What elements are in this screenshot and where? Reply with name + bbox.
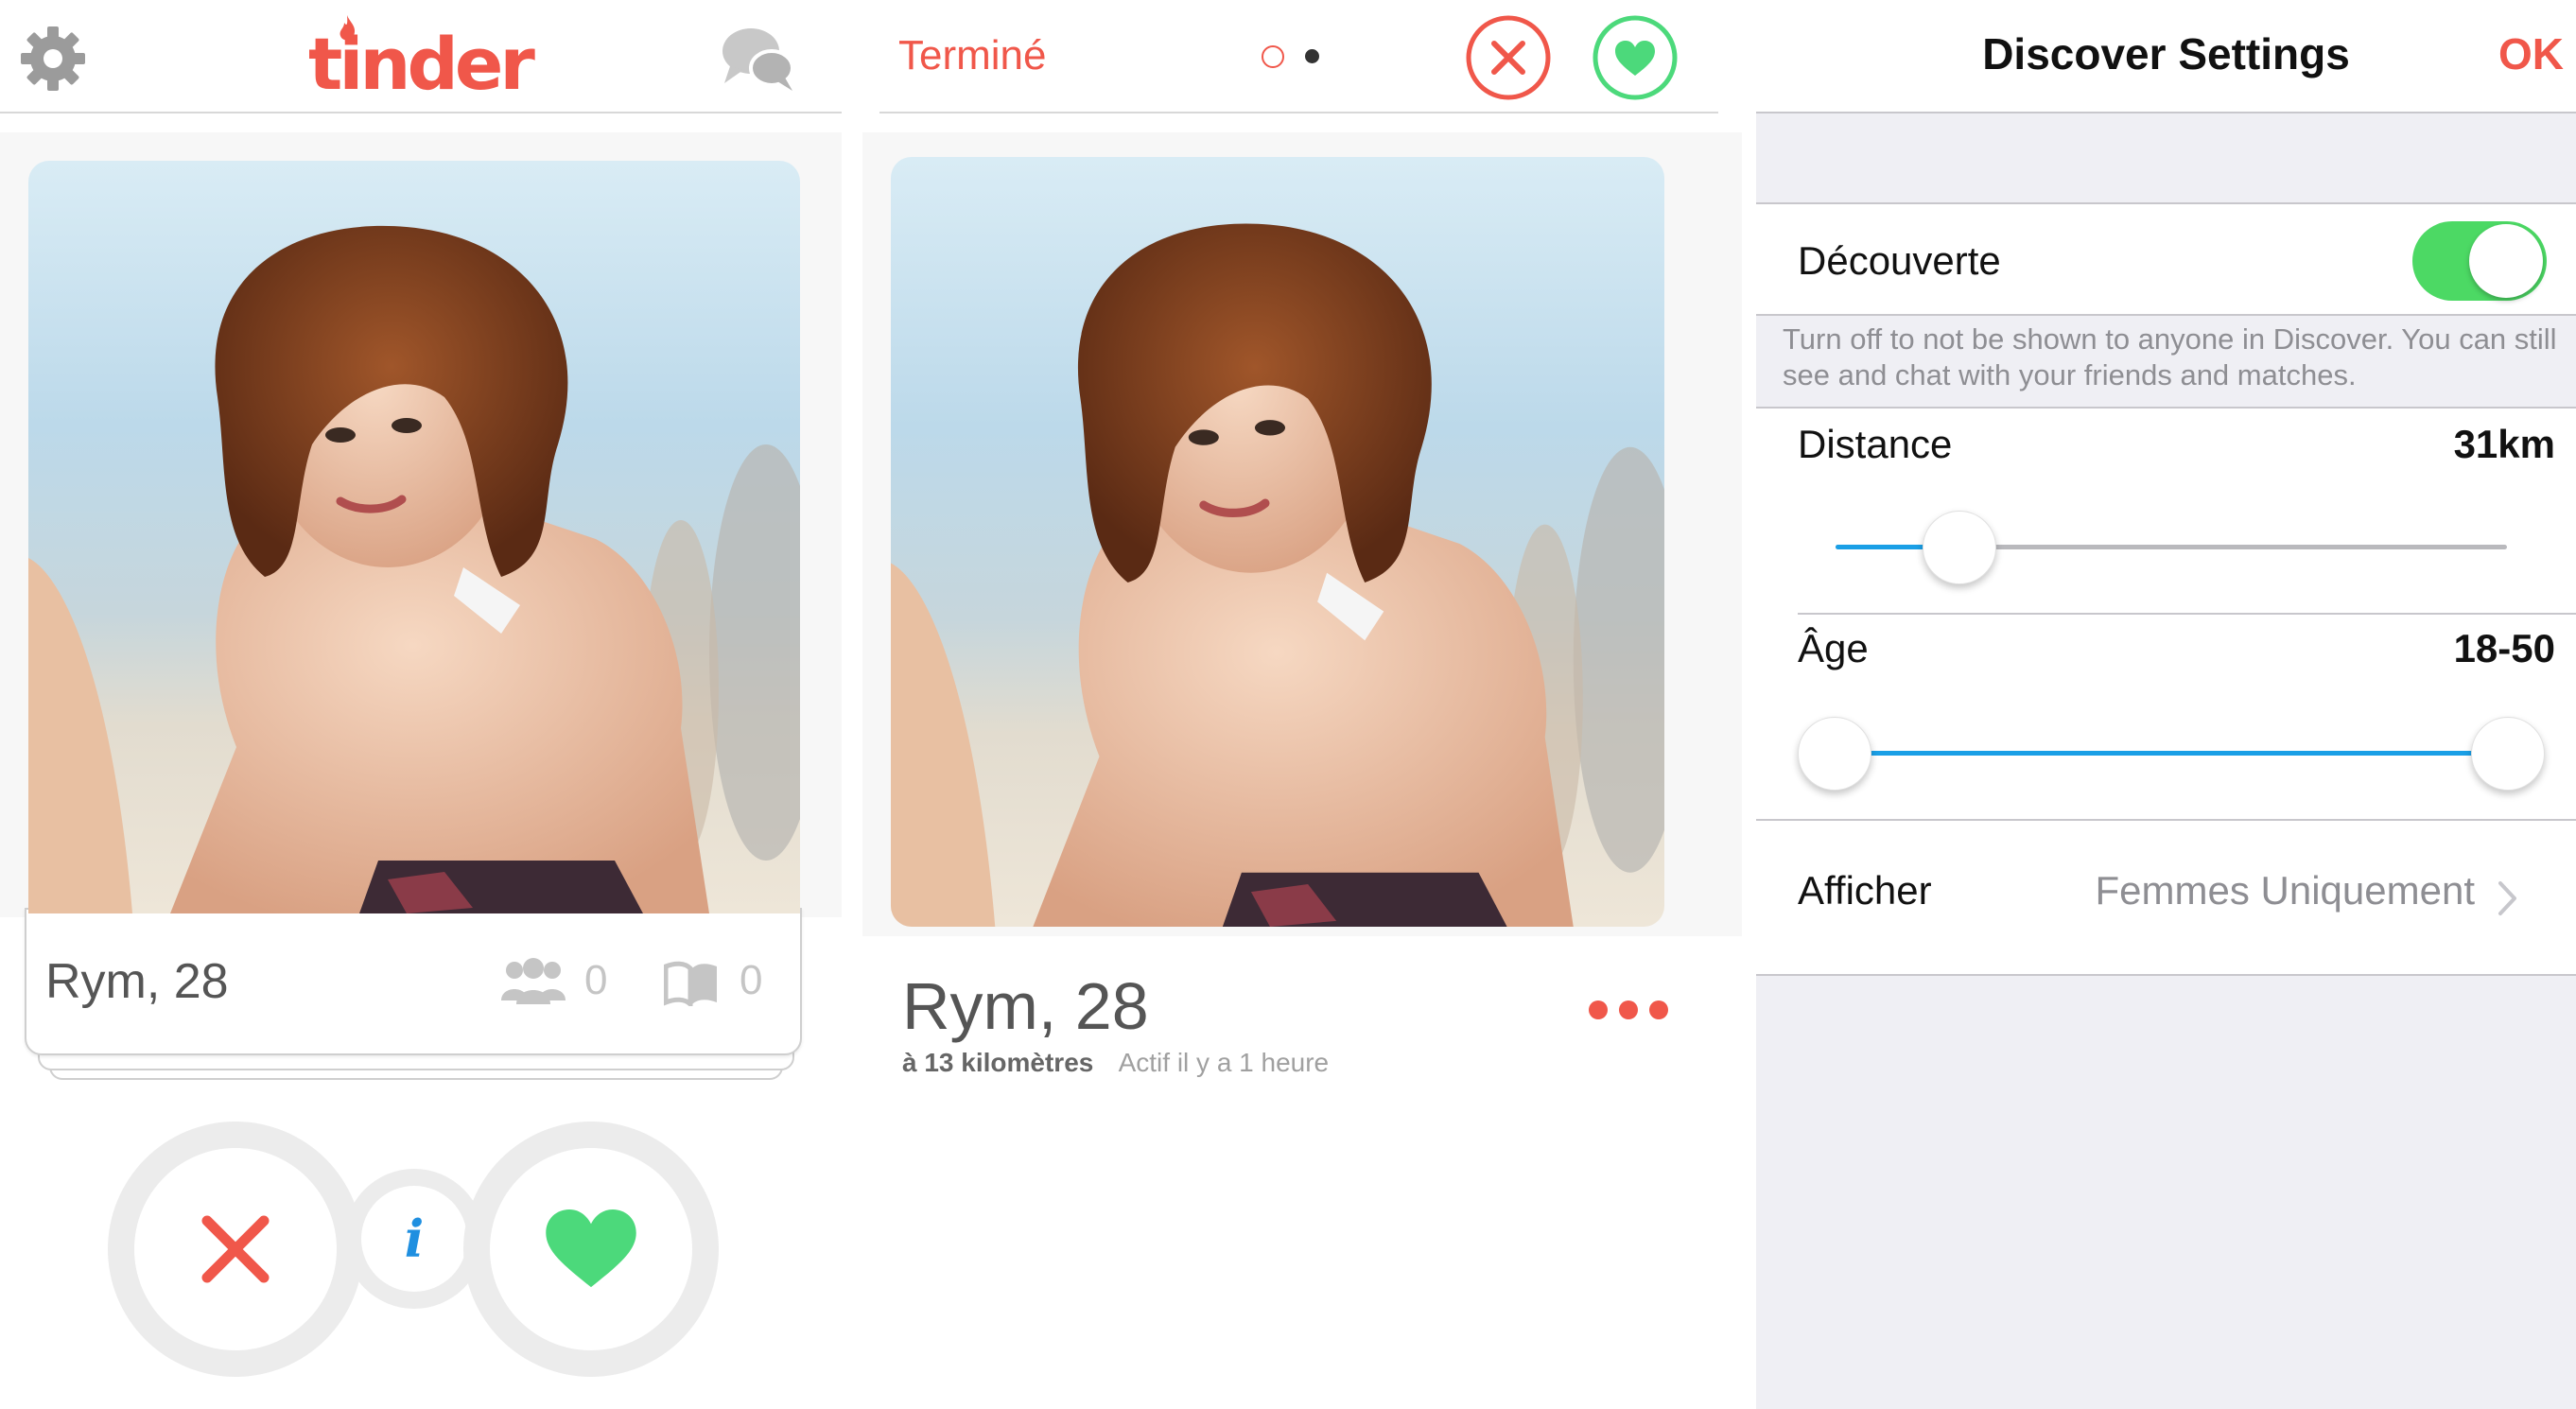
heart-icon — [546, 1209, 636, 1289]
profile-name-age: Rym, 28 — [902, 969, 1149, 1043]
profile-detail-screen: Terminé Rym, 28 à 13 kilomètres Actif il… — [842, 0, 1756, 1409]
shared-interests-count: 0 — [740, 957, 763, 1003]
distance-label: Distance — [1798, 422, 1953, 466]
divider — [1798, 613, 2576, 615]
more-options-icon[interactable] — [1589, 1000, 1668, 1019]
nope-button[interactable] — [108, 1122, 363, 1377]
flame-icon — [339, 15, 356, 41]
gear-icon[interactable] — [17, 23, 89, 95]
page-indicator-dot[interactable] — [1262, 45, 1284, 68]
show-value: Femmes Uniquement — [2095, 868, 2475, 913]
profile-photo[interactable] — [891, 157, 1664, 927]
distance-slider-thumb[interactable] — [1923, 511, 1996, 584]
info-icon: i — [404, 1209, 425, 1269]
age-slider-max-thumb[interactable] — [2471, 717, 2545, 791]
screen: tinder Rym, 28 0 0 i Terminé Rym, 28 à 1… — [0, 0, 2576, 1409]
ok-button[interactable]: OK — [2498, 28, 2564, 79]
distance-text: à 13 kilomètres — [902, 1048, 1094, 1077]
tinder-logo: tinder — [308, 6, 535, 100]
profile-name-age: Rym, 28 — [45, 954, 229, 1009]
discovery-toggle[interactable] — [2412, 221, 2547, 301]
show-row[interactable]: Afficher Femmes Uniquement — [1756, 819, 2576, 976]
close-icon — [1466, 15, 1551, 100]
like-button[interactable] — [463, 1122, 719, 1377]
page-indicator-dot-active[interactable] — [1305, 49, 1319, 63]
age-value: 18-50 — [2453, 626, 2555, 670]
heart-icon — [1593, 15, 1678, 100]
discover-settings-screen: Discover Settings OK Découverte Turn off… — [1756, 0, 2576, 1409]
nope-button[interactable] — [1464, 13, 1553, 102]
distance-value: 31km — [2453, 422, 2555, 466]
activity-text: Actif il y a 1 heure — [1118, 1048, 1330, 1077]
page-title: Discover Settings — [1982, 29, 2350, 78]
discovery-row: Découverte — [1756, 202, 2576, 316]
chevron-right-icon — [2498, 879, 2518, 917]
age-label: Âge — [1798, 626, 1869, 670]
show-label: Afficher — [1798, 868, 1932, 913]
done-button[interactable]: Terminé — [898, 32, 1047, 79]
profile-meta: à 13 kilomètres Actif il y a 1 heure — [902, 1048, 1329, 1078]
profile-photo[interactable] — [28, 161, 800, 913]
filters-group: Distance 31km Âge 18-50 — [1756, 407, 2576, 823]
top-bar: tinder — [0, 0, 842, 113]
like-button[interactable] — [1591, 13, 1680, 102]
discovery-label: Découverte — [1798, 238, 2001, 283]
close-icon — [198, 1211, 273, 1287]
chat-bubbles-icon[interactable] — [719, 23, 796, 95]
shared-friends-count: 0 — [584, 957, 608, 1003]
friends-icon — [501, 957, 566, 1006]
nav-bar: Discover Settings OK — [1756, 0, 2576, 113]
swipe-screen: tinder Rym, 28 0 0 i — [0, 0, 842, 1409]
discovery-footer-text: Turn off to not be shown to anyone in Di… — [1783, 322, 2557, 391]
age-slider-fill — [1836, 751, 2507, 756]
book-icon — [664, 961, 719, 1006]
age-slider-min-thumb[interactable] — [1798, 717, 1871, 791]
